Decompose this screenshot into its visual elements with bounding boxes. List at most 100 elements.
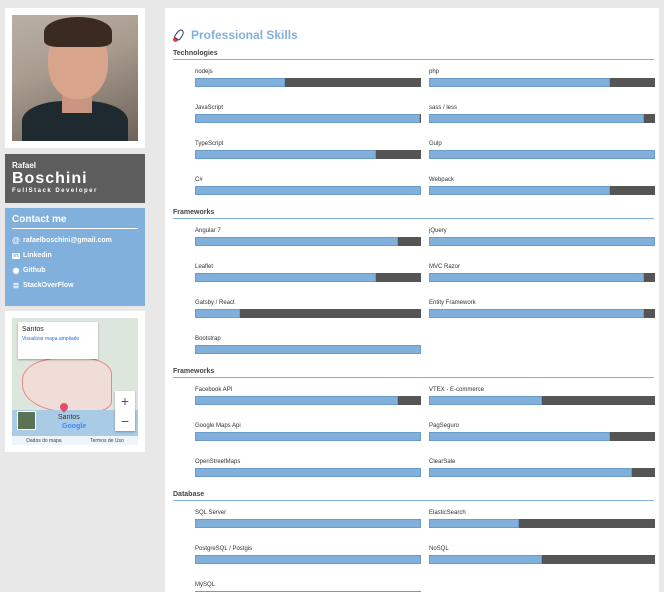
contact-linkedin-link[interactable]: in Linkedin — [12, 248, 138, 263]
skill-level-fill — [195, 432, 421, 441]
skill-item: PagSeguro — [429, 422, 655, 441]
skill-level-bar — [429, 237, 655, 246]
skill-name: PostgreSQL / Postgis — [195, 546, 253, 552]
section-heading: Frameworks — [173, 368, 654, 378]
skill-level-bar — [195, 186, 421, 195]
map-zoom-control: + − — [115, 391, 135, 431]
skill-item: Entity Framework — [429, 299, 655, 318]
profile-photo-card — [5, 8, 145, 148]
embedded-map[interactable]: Santos Visualizar mapa ampliado Santos G… — [12, 318, 138, 445]
skill-name: jQuery — [429, 228, 447, 234]
contact-linkedin-label: Linkedin — [23, 252, 52, 259]
skill-item: VTEX - E-commerce — [429, 386, 655, 405]
skill-level-bar — [429, 273, 655, 282]
skill-item: Google Maps Api — [195, 422, 421, 441]
section-heading: Database — [173, 491, 654, 501]
map-info-popup: Santos Visualizar mapa ampliado — [18, 322, 98, 359]
zoom-out-button[interactable]: − — [115, 411, 135, 431]
map-attribution: Dados do mapa Termos de Uso — [12, 436, 138, 445]
skill-name: TypeScript — [195, 141, 224, 147]
profile-photo — [12, 15, 138, 141]
skill-level-fill — [429, 150, 655, 159]
skill-name: sass / less — [429, 105, 458, 111]
skill-level-fill — [195, 555, 421, 564]
skill-item: Angular 7 — [195, 227, 421, 246]
map-popup-title: Santos — [22, 326, 44, 333]
page-title: Professional Skills — [191, 28, 298, 42]
skill-item: TypeScript — [195, 140, 421, 159]
map-enlarge-link[interactable]: Visualizar mapa ampliado — [22, 336, 94, 342]
map-place-label: Santos — [58, 414, 80, 421]
skill-name: Angular 7 — [195, 228, 221, 234]
skill-item: Bootstrap — [195, 335, 421, 354]
skill-item: jQuery — [429, 227, 655, 246]
skill-level-fill — [429, 519, 520, 528]
skill-name: NoSQL — [429, 546, 449, 552]
skill-level-fill — [429, 396, 542, 405]
skill-name: Bootstrap — [195, 336, 221, 342]
contact-github-link[interactable]: ◉ Github — [12, 263, 138, 278]
skill-level-bar — [429, 186, 655, 195]
skill-item: NoSQL — [429, 545, 655, 564]
skill-level-bar — [429, 78, 655, 87]
contact-github-label: Github — [23, 267, 46, 274]
skill-level-bar — [429, 114, 655, 123]
skill-level-fill — [195, 309, 241, 318]
skill-item: Leaflet — [195, 263, 421, 282]
skill-level-fill — [429, 273, 644, 282]
map-card: Santos Visualizar mapa ampliado Santos G… — [5, 311, 145, 452]
skill-level-fill — [195, 468, 421, 477]
skill-name: Google Maps Api — [195, 423, 241, 429]
zoom-in-button[interactable]: + — [115, 391, 135, 411]
skill-level-fill — [429, 237, 655, 246]
rocket-icon — [173, 27, 186, 42]
skill-level-bar — [429, 396, 655, 405]
skill-list: Angular 7 jQuery Leaflet MVC Razor Gatsby / … — [195, 227, 655, 354]
skill-name: nodejs — [195, 69, 213, 75]
first-name: Rafael — [12, 161, 37, 170]
skill-level-fill — [429, 555, 542, 564]
skill-name: PagSeguro — [429, 423, 460, 429]
skill-level-fill — [429, 78, 610, 87]
contact-card: Contact me @ rafaelboschini@gmail.com in… — [5, 208, 145, 306]
skill-level-fill — [429, 309, 644, 318]
sidebar: Rafael Boschini FullStack Developer Cont… — [5, 8, 145, 452]
skill-name: MVC Razor — [429, 264, 461, 270]
last-name: Boschini — [12, 170, 88, 187]
linkedin-icon: in — [12, 252, 20, 259]
skill-name: ElasticSearch — [429, 510, 466, 516]
skill-level-bar — [195, 396, 421, 405]
contact-email-link[interactable]: @ rafaelboschini@gmail.com — [12, 233, 138, 248]
skill-level-bar — [195, 237, 421, 246]
map-satellite-toggle[interactable] — [17, 411, 36, 430]
skill-name: SQL Server — [195, 510, 227, 516]
skill-name: Webpack — [429, 177, 454, 183]
skill-item: ElasticSearch — [429, 509, 655, 528]
job-role: FullStack Developer — [12, 188, 98, 194]
skill-level-bar — [195, 432, 421, 441]
map-data-link[interactable]: Dados do mapa — [26, 438, 61, 444]
contact-title: Contact me — [12, 214, 138, 229]
skill-level-bar — [195, 150, 421, 159]
skill-name: Gulp — [429, 141, 442, 147]
skill-name: C# — [195, 177, 203, 183]
contact-stackoverflow-link[interactable]: ≣ StackOverFlow — [12, 278, 138, 293]
skill-level-fill — [195, 114, 420, 123]
skill-level-bar — [429, 468, 655, 477]
skill-name: MySQL — [195, 582, 216, 588]
map-terms-link[interactable]: Termos de Uso — [90, 438, 124, 444]
skill-item: MySQL — [195, 581, 421, 592]
skill-item: Facebook API — [195, 386, 421, 405]
skill-name: Entity Framework — [429, 300, 476, 306]
skill-level-bar — [429, 309, 655, 318]
skill-level-fill — [429, 114, 644, 123]
skills-header: Professional Skills — [173, 26, 654, 44]
skill-level-bar — [429, 519, 655, 528]
skill-level-fill — [195, 186, 421, 195]
skill-item: OpenStreetMaps — [195, 458, 421, 477]
skill-level-fill — [429, 186, 610, 195]
skill-name: JavaScript — [195, 105, 224, 111]
skill-name: ClearSale — [429, 459, 456, 465]
skill-name: Facebook API — [195, 387, 233, 393]
skill-level-fill — [195, 78, 286, 87]
